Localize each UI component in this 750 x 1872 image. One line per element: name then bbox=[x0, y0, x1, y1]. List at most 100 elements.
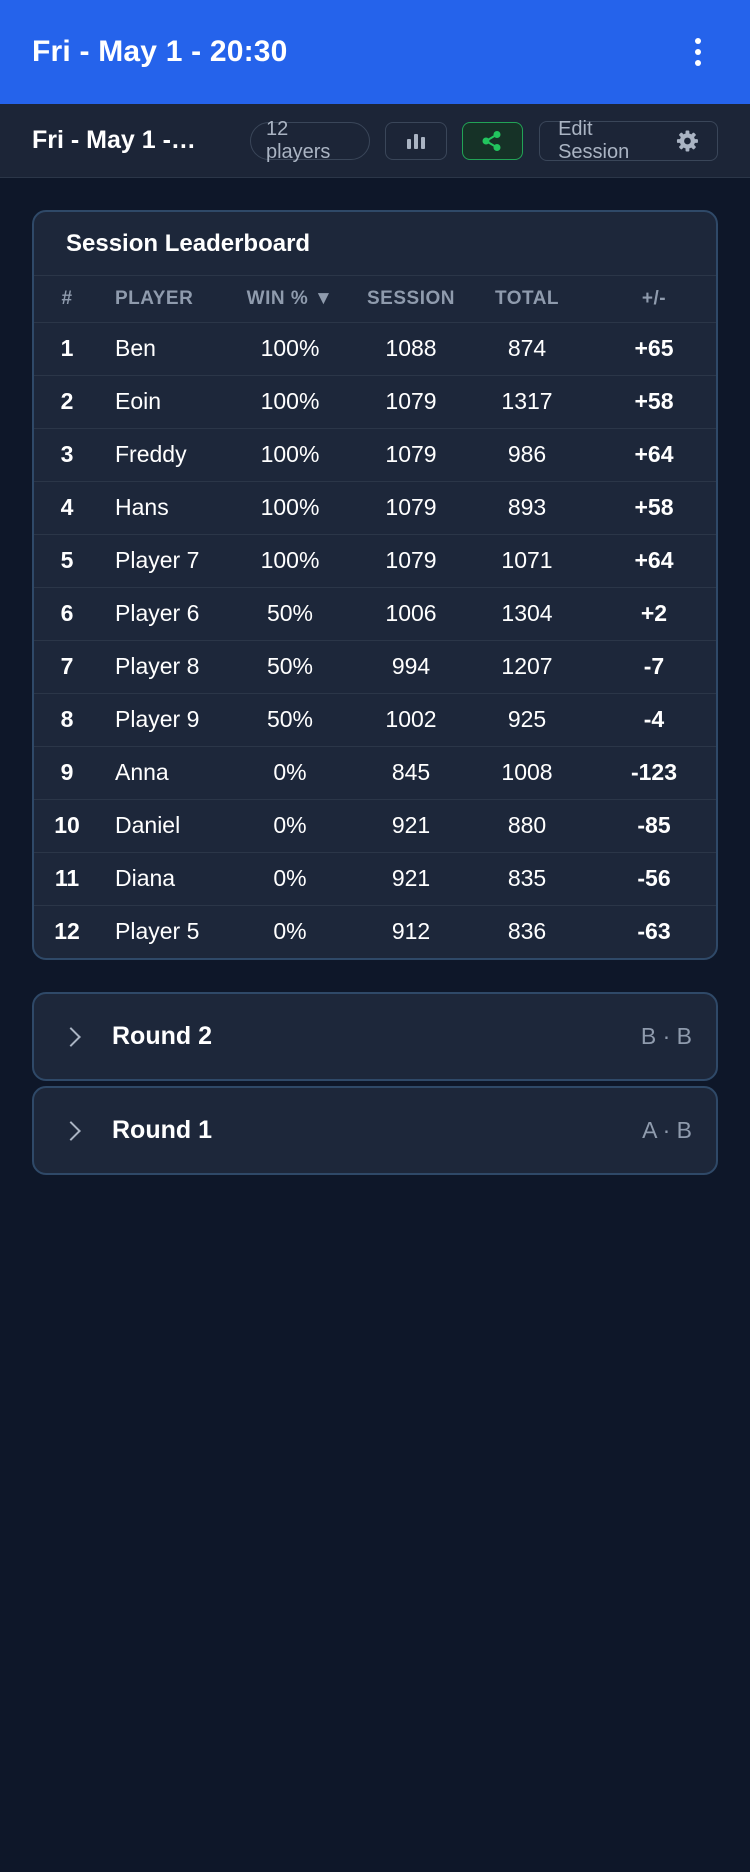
player-cell: Diana bbox=[115, 865, 176, 891]
table-row: 9 Anna 0% 845 1008 -123 bbox=[34, 746, 716, 799]
rank-cell: 6 bbox=[60, 600, 74, 626]
total-cell: 893 bbox=[507, 494, 547, 520]
round-label: Round 2 bbox=[112, 1022, 212, 1050]
win-cell: 0% bbox=[273, 812, 307, 838]
leaderboard-title: Session Leaderboard bbox=[34, 212, 716, 276]
bar-chart-icon bbox=[407, 133, 426, 149]
session-cell: 1079 bbox=[385, 547, 437, 573]
player-cell: Eoin bbox=[115, 388, 162, 414]
table-row: 6 Player 6 50% 1006 1304 +2 bbox=[34, 587, 716, 640]
chevron-right-icon bbox=[61, 1026, 81, 1047]
app-bar: Fri - May 1 - 20:30 bbox=[0, 0, 750, 104]
col-diff-header[interactable]: +/- bbox=[592, 276, 716, 322]
diff-cell: +65 bbox=[634, 335, 674, 361]
rank-cell: 1 bbox=[60, 335, 74, 361]
table-row: 3 Freddy 100% 1079 986 +64 bbox=[34, 428, 716, 481]
diff-cell: -7 bbox=[643, 653, 665, 679]
share-button[interactable] bbox=[461, 121, 524, 160]
session-leaderboard: Session Leaderboard # PLAYER WIN % ▼ SES… bbox=[32, 210, 718, 960]
round-2-accordion[interactable]: Round 2 B · B bbox=[32, 992, 718, 1081]
total-cell: 925 bbox=[507, 706, 547, 732]
rank-cell: 4 bbox=[60, 494, 74, 520]
win-cell: 100% bbox=[260, 335, 320, 361]
players-count-badge[interactable]: 12 players bbox=[249, 118, 371, 163]
total-cell: 986 bbox=[507, 441, 547, 467]
diff-cell: -4 bbox=[643, 706, 665, 732]
total-cell: 1008 bbox=[501, 759, 553, 785]
rank-cell: 2 bbox=[60, 388, 74, 414]
session-cell: 1002 bbox=[385, 706, 437, 732]
col-win-header[interactable]: WIN % ▼ bbox=[220, 276, 360, 322]
win-cell: 0% bbox=[273, 865, 307, 891]
player-cell: Daniel bbox=[115, 812, 181, 838]
player-cell: Ben bbox=[115, 335, 156, 361]
diff-cell: +58 bbox=[634, 388, 674, 414]
page-title: Fri - May 1 - 20:30 bbox=[32, 35, 288, 68]
more-menu-icon[interactable] bbox=[678, 32, 718, 72]
table-row: 1 Ben 100% 1088 874 +65 bbox=[34, 322, 716, 375]
session-cell: 921 bbox=[391, 812, 431, 838]
player-cell: Player 8 bbox=[115, 653, 200, 679]
gear-icon bbox=[677, 130, 699, 151]
win-cell: 50% bbox=[266, 706, 314, 732]
col-session-header[interactable]: SESSION bbox=[360, 276, 462, 322]
session-cell: 845 bbox=[391, 759, 431, 785]
edit-session-label: Edit Session bbox=[558, 117, 630, 163]
session-cell: 912 bbox=[391, 918, 431, 945]
total-cell: 1304 bbox=[501, 600, 553, 626]
table-header-row: # PLAYER WIN % ▼ SESSION TOTAL +/- bbox=[34, 276, 716, 322]
player-cell: Player 7 bbox=[115, 547, 200, 573]
total-cell: 835 bbox=[507, 865, 547, 891]
session-cell: 994 bbox=[391, 653, 431, 679]
table-row: 11 Diana 0% 921 835 -56 bbox=[34, 852, 716, 905]
win-cell: 50% bbox=[266, 653, 314, 679]
col-player-header[interactable]: PLAYER bbox=[100, 276, 220, 322]
win-cell: 0% bbox=[273, 918, 307, 945]
diff-cell: -123 bbox=[630, 759, 678, 785]
diff-cell: -63 bbox=[637, 918, 671, 945]
player-cell: Player 6 bbox=[115, 600, 200, 626]
rank-cell: 11 bbox=[54, 865, 80, 891]
win-cell: 0% bbox=[273, 759, 307, 785]
leaderboard-body: 1 Ben 100% 1088 874 +65 2 Eoin 100% 1079 1317 +58 … bbox=[34, 322, 716, 958]
table-row: 7 Player 8 50% 994 1207 -7 bbox=[34, 640, 716, 693]
edit-session-button[interactable]: Edit Session bbox=[539, 117, 719, 163]
win-cell: 100% bbox=[260, 494, 320, 520]
diff-cell: +64 bbox=[634, 441, 674, 467]
total-cell: 836 bbox=[507, 918, 547, 945]
session-toolbar: Fri - May 1 -… 12 players Edit Session bbox=[0, 104, 750, 178]
round-1-accordion[interactable]: Round 1 A · B bbox=[32, 1086, 718, 1175]
stats-button[interactable] bbox=[385, 121, 447, 160]
player-cell: Anna bbox=[115, 759, 169, 785]
share-icon bbox=[482, 130, 501, 151]
win-cell: 100% bbox=[260, 547, 320, 573]
table-row: 12 Player 5 0% 912 836 -63 bbox=[34, 905, 716, 958]
col-rank-header[interactable]: # bbox=[34, 276, 100, 322]
session-cell: 921 bbox=[391, 865, 431, 891]
diff-cell: +58 bbox=[634, 494, 674, 520]
session-cell: 1006 bbox=[385, 600, 437, 626]
win-cell: 100% bbox=[260, 441, 320, 467]
rank-cell: 5 bbox=[60, 547, 74, 573]
rank-cell: 9 bbox=[60, 759, 74, 785]
session-cell: 1079 bbox=[385, 441, 437, 467]
diff-cell: +2 bbox=[640, 600, 668, 626]
total-cell: 1071 bbox=[501, 547, 553, 573]
col-total-header[interactable]: TOTAL bbox=[462, 276, 592, 322]
rank-cell: 12 bbox=[54, 918, 80, 945]
total-cell: 874 bbox=[507, 335, 547, 361]
table-row: 5 Player 7 100% 1079 1071 +64 bbox=[34, 534, 716, 587]
diff-cell: +64 bbox=[634, 547, 674, 573]
total-cell: 1207 bbox=[501, 653, 553, 679]
rank-cell: 8 bbox=[60, 706, 74, 732]
table-row: 4 Hans 100% 1079 893 +58 bbox=[34, 481, 716, 534]
player-cell: Hans bbox=[115, 494, 169, 520]
player-cell: Freddy bbox=[115, 441, 187, 467]
session-cell: 1088 bbox=[385, 335, 437, 361]
session-cell: 1079 bbox=[385, 388, 437, 414]
total-cell: 1317 bbox=[501, 388, 553, 414]
player-cell: Player 5 bbox=[115, 918, 200, 945]
total-cell: 880 bbox=[507, 812, 547, 838]
player-cell: Player 9 bbox=[115, 706, 200, 732]
chevron-right-icon bbox=[61, 1120, 81, 1141]
